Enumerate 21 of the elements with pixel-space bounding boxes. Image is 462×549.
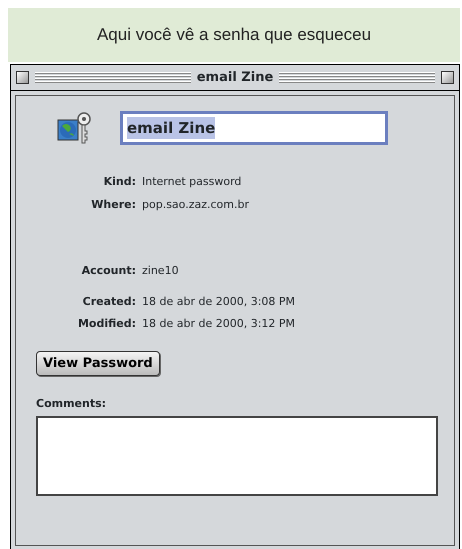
field-label: Kind: [102, 174, 136, 190]
field-label: Where: [90, 196, 136, 212]
field-label: Account: [80, 263, 136, 279]
field-value: zine10 [142, 263, 179, 279]
field-value: 18 de abr de 2000, 3:08 PM [142, 294, 296, 310]
window-title: email Zine [196, 68, 274, 87]
field-value: Internet password [142, 174, 242, 190]
comments-label: Comments: [36, 396, 108, 412]
field-value: pop.sao.zaz.com.br [142, 196, 249, 212]
view-password-button[interactable]: View Password [36, 350, 160, 376]
field-label: Modified: [76, 316, 136, 332]
close-box[interactable] [16, 71, 29, 84]
title-bar-stripes[interactable] [35, 72, 191, 84]
field-value: 18 de abr de 2000, 3:12 PM [142, 316, 296, 332]
comments-field[interactable] [36, 416, 438, 496]
caption: Aqui você vê a senha que esqueceu [8, 8, 460, 62]
title-bar-stripes[interactable] [279, 72, 435, 84]
field-label: Created: [82, 294, 136, 310]
name-field[interactable]: email Zine [120, 111, 388, 145]
globe-key-icon [56, 110, 92, 146]
collapse-box[interactable] [441, 71, 454, 84]
